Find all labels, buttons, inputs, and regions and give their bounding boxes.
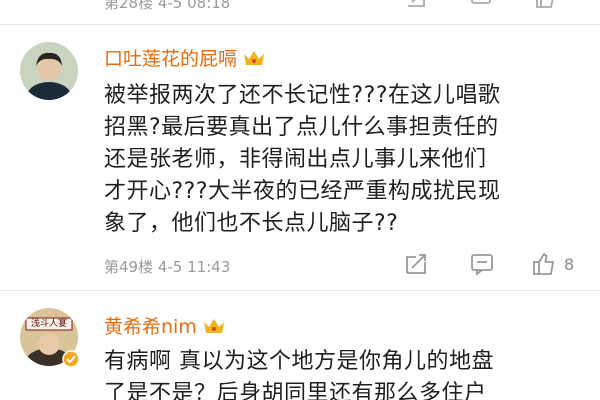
- username-text[interactable]: 黄希希nim: [104, 312, 197, 339]
- username-text[interactable]: 口吐莲花的屁嗝: [104, 44, 237, 71]
- comment-line: 还是张老师，非得闹出点儿事儿来他们: [104, 147, 487, 172]
- avatar-image: [20, 42, 78, 100]
- verified-badge-icon: [62, 350, 80, 368]
- comment-line: 象了，他们也不长点儿脑子??: [104, 211, 399, 236]
- comment-text: 有病啊 真以为这个地方是你角儿的地盘 了是不是？后身胡同里还有那么多住户: [104, 346, 574, 400]
- username[interactable]: 口吐莲花的屁嗝: [104, 44, 265, 71]
- comment-text: 被举报两次了还不长记性???在这儿唱歌 招黑?最后要真出了点儿什么事担责任的 还…: [104, 80, 574, 240]
- comment-line: 有病啊 真以为这个地方是你角儿的地盘: [104, 349, 494, 374]
- comment-line: 了是不是？后身胡同里还有那么多住户: [104, 381, 487, 400]
- share-icon[interactable]: [404, 252, 428, 276]
- like-icon[interactable]: [534, 0, 556, 8]
- previous-floor-time: 第28楼 4-5 08:18: [104, 0, 231, 12]
- avatar-sign-text: 浅斗人宴: [30, 319, 67, 329]
- username[interactable]: 黄希希nim: [104, 312, 225, 339]
- comment-line: 招黑?最后要真出了点儿什么事担责任的: [104, 115, 499, 140]
- comment-icon[interactable]: [470, 0, 492, 8]
- avatar[interactable]: [20, 42, 78, 100]
- timestamp: 4-5 11:43: [157, 258, 231, 276]
- like-icon[interactable]: [532, 252, 556, 276]
- previous-comment-meta: 第28楼 4-5 08:18: [0, 0, 600, 22]
- crown-icon: [203, 318, 224, 333]
- like-count: 8: [564, 255, 575, 274]
- crown-icon: [244, 50, 265, 65]
- floor-number: 第49楼: [104, 258, 154, 276]
- comment-line: 才开心???大半夜的已经严重构成扰民现: [104, 179, 501, 204]
- comment-icon[interactable]: [470, 252, 494, 276]
- divider: [0, 24, 600, 25]
- comment-meta: 第49楼 4-5 11:43: [104, 256, 230, 277]
- comment-line: 被举报两次了还不长记性???在这儿唱歌: [104, 83, 501, 108]
- share-icon[interactable]: [406, 0, 428, 8]
- divider: [0, 290, 600, 291]
